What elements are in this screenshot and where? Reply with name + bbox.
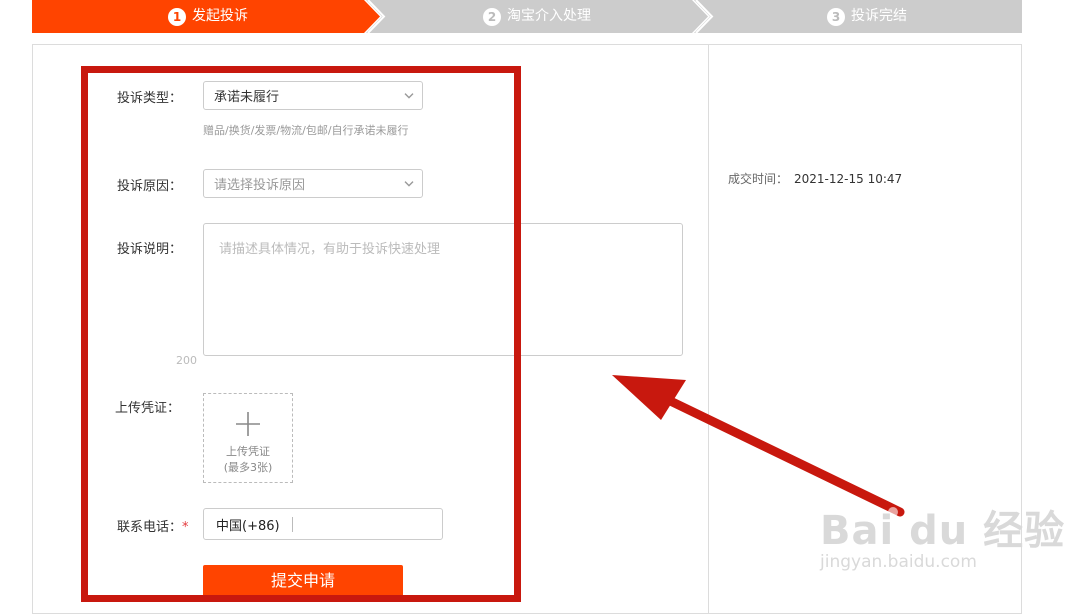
step-1-number: 1 xyxy=(168,7,186,26)
phone-label: 联系电话：* xyxy=(117,516,189,535)
phone-country-code: 中国(+86) xyxy=(216,518,280,534)
watermark-main: Bai du 经验 xyxy=(820,508,1066,554)
step-1: 1 发起投诉 xyxy=(168,0,248,33)
chevron-down-icon xyxy=(404,92,414,99)
complaint-description-label: 投诉说明： xyxy=(117,242,183,257)
complaint-reason-select[interactable]: 请选择投诉原因 xyxy=(203,169,423,198)
step-2-label: 淘宝介入处理 xyxy=(507,8,591,24)
chevron-down-icon xyxy=(404,180,414,187)
step-2-number: 2 xyxy=(483,7,501,26)
step-2: 2 淘宝介入处理 xyxy=(483,0,591,33)
deal-time-value: 2021-12-15 10:47 xyxy=(794,172,903,186)
upload-button-note: (最多3张) xyxy=(223,461,273,474)
step-3: 3 投诉完结 xyxy=(827,0,907,33)
phone-input[interactable]: 中国(+86) xyxy=(203,508,443,540)
phone-label-text: 联系电话： xyxy=(117,520,183,535)
step-3-number: 3 xyxy=(827,7,845,26)
upload-evidence-button[interactable]: 上传凭证 (最多3张) xyxy=(203,393,293,483)
description-char-counter: 200 xyxy=(176,354,197,367)
complaint-description-textarea[interactable]: 请描述具体情况，有助于投诉快速处理 xyxy=(203,223,683,356)
submit-button[interactable]: 提交申请 xyxy=(203,565,403,597)
complaint-type-value: 承诺未履行 xyxy=(214,90,280,105)
complaint-type-hint: 赠品/换货/发票/物流/包邮/自行承诺未履行 xyxy=(203,124,409,137)
upload-evidence-label: 上传凭证： xyxy=(115,401,181,416)
complaint-reason-label: 投诉原因： xyxy=(117,179,183,194)
deal-time-label: 成交时间： xyxy=(728,172,789,186)
complaint-type-label: 投诉类型： xyxy=(117,91,183,106)
deal-time-row: 成交时间： 2021-12-15 10:47 xyxy=(728,170,902,187)
complaint-description-placeholder: 请描述具体情况，有助于投诉快速处理 xyxy=(219,242,441,257)
plus-icon xyxy=(236,412,260,436)
upload-button-text: 上传凭证 xyxy=(226,445,270,458)
complaint-reason-placeholder: 请选择投诉原因 xyxy=(214,178,306,193)
text-cursor xyxy=(291,516,293,532)
progress-steps: 1 发起投诉 2 淘宝介入处理 3 投诉完结 xyxy=(32,0,1022,33)
complaint-type-select[interactable]: 承诺未履行 xyxy=(203,81,423,110)
step-3-label: 投诉完结 xyxy=(851,8,907,24)
step-1-label: 发起投诉 xyxy=(192,8,248,24)
required-mark: * xyxy=(182,520,189,535)
baidu-watermark: Bai du 经验 jingyan.baidu.com xyxy=(820,498,1065,572)
